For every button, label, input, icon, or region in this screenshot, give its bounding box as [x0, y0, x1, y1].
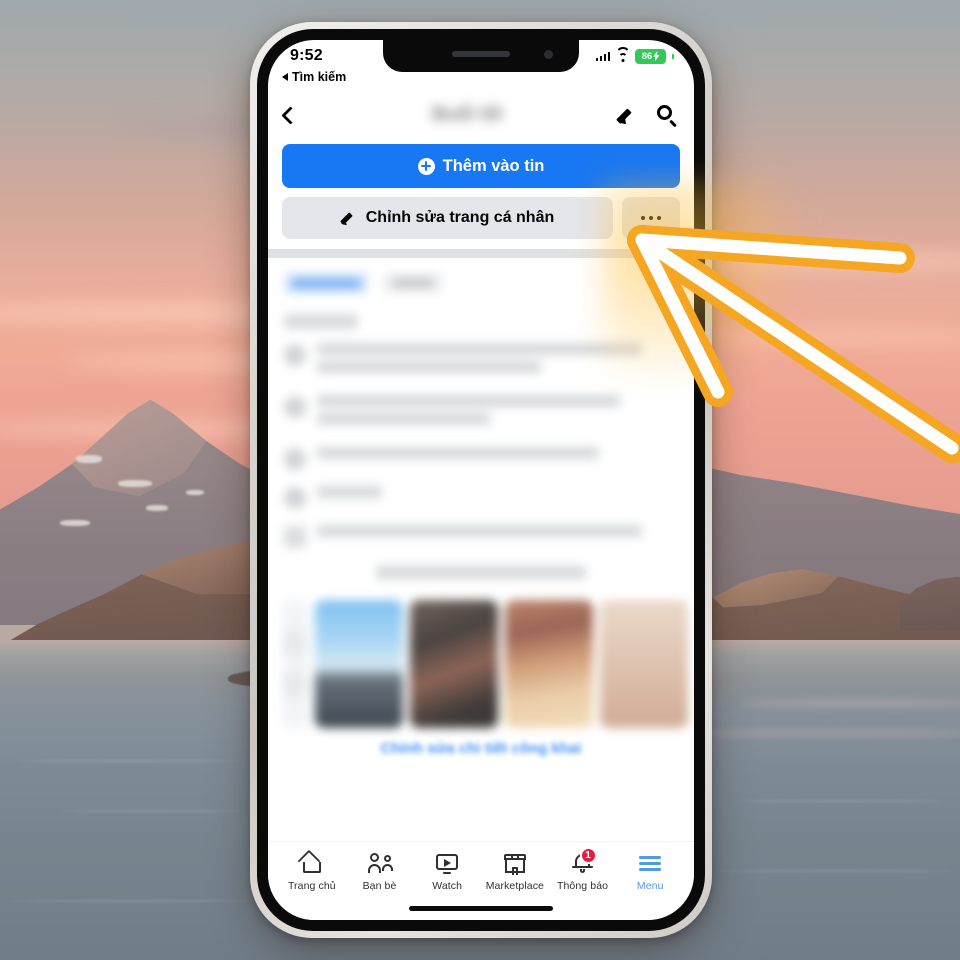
nav-actions [616, 104, 678, 128]
cellular-signal-icon [595, 51, 611, 61]
tab-label: Marketplace [485, 880, 544, 892]
add-to-story-label: Thêm vào tin [442, 156, 545, 175]
water-ripple [20, 760, 240, 762]
water-ripple [10, 900, 250, 902]
edit-profile-button[interactable]: Chỉnh sửa trang cá nhân [282, 197, 613, 239]
water-ripple [60, 810, 240, 812]
tab-label: Bạn bè [362, 880, 397, 892]
photo-thumbnail[interactable] [410, 600, 498, 728]
back-button[interactable] [281, 105, 318, 125]
home-indicator [409, 906, 553, 911]
wifi-icon [615, 46, 631, 62]
section-heading-placeholder [284, 314, 358, 329]
chevron-left-icon [281, 105, 300, 125]
tab-label: Watch [432, 880, 463, 892]
battery-icon: 86 [635, 48, 667, 64]
info-icon [284, 396, 306, 418]
status-time: 9:52 [290, 47, 323, 64]
watch-icon [434, 851, 460, 875]
snow-patch [118, 480, 152, 487]
info-icon [284, 344, 306, 366]
edit-pencil-icon[interactable] [616, 104, 639, 127]
water-glint [700, 730, 960, 737]
tab-marketplace[interactable]: Marketplace [481, 851, 549, 892]
marketplace-icon [502, 851, 528, 875]
notification-badge: 1 [579, 847, 597, 864]
photo-thumbnail[interactable] [505, 600, 593, 728]
earpiece-speaker [452, 51, 510, 57]
back-triangle-icon [282, 73, 288, 81]
photo-thumbnail[interactable] [600, 600, 688, 728]
info-row[interactable] [268, 517, 694, 556]
notch [383, 40, 579, 72]
hamburger-menu-icon [637, 851, 663, 875]
page-title: Buổi tối [432, 104, 503, 125]
battery-percent: 86 [641, 50, 653, 62]
photo-thumbnail[interactable] [315, 600, 403, 728]
info-icon [284, 487, 306, 509]
chip-secondary[interactable] [384, 273, 442, 293]
status-icons: 86 [595, 46, 674, 64]
snow-patch [186, 490, 204, 495]
tab-ban-be[interactable]: Bạn bè [346, 851, 414, 892]
plus-circle-icon [417, 157, 435, 175]
friends-icon [367, 851, 393, 875]
front-camera-icon [544, 50, 553, 59]
tab-trang-chu[interactable]: Trang chủ [278, 849, 346, 892]
photo-strip [268, 590, 694, 730]
app-nav-bar: Buổi tối [268, 90, 694, 140]
pencil-icon [339, 210, 358, 228]
tab-menu[interactable]: Menu [616, 851, 684, 892]
back-to-app-label: Tìm kiếm [292, 70, 347, 84]
bell-icon: 1 [570, 847, 597, 875]
snow-patch [60, 520, 90, 526]
info-icon [284, 526, 306, 548]
edit-profile-label: Chỉnh sửa trang cá nhân [365, 209, 555, 226]
see-more-link[interactable] [268, 566, 694, 584]
edit-public-details-link[interactable]: Chỉnh sửa chi tiết công khai [268, 730, 694, 765]
annotation-arrow [627, 225, 960, 463]
chip-primary[interactable] [284, 272, 368, 294]
snow-patch [146, 505, 168, 511]
snow-patch [76, 455, 102, 463]
info-icon [284, 448, 306, 470]
tab-label: Thông báo [556, 880, 609, 892]
home-icon [297, 849, 325, 875]
tab-watch[interactable]: Watch [413, 851, 481, 892]
search-icon[interactable] [656, 104, 678, 128]
water-glint [740, 700, 960, 707]
battery-cap [672, 53, 674, 59]
water-ripple [740, 800, 940, 802]
back-to-app-link[interactable]: Tìm kiếm [282, 70, 346, 84]
tab-thong-bao[interactable]: 1 Thông báo [549, 847, 617, 892]
charging-bolt-icon [653, 51, 660, 61]
tab-label: Trang chủ [287, 880, 336, 892]
tab-label: Menu [636, 880, 664, 892]
water-ripple [720, 870, 950, 872]
photo-placeholder[interactable] [282, 600, 308, 728]
